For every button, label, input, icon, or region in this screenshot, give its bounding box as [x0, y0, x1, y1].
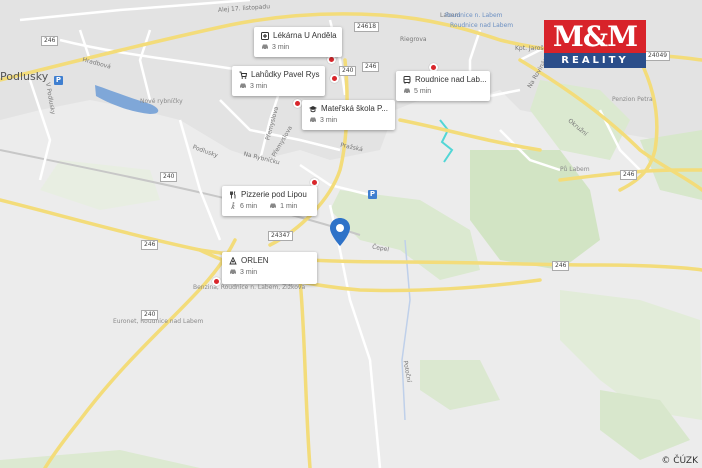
car-time: 1 min: [280, 202, 298, 210]
car-icon: [403, 87, 411, 95]
poi-name: Lahůdky Pavel Rys: [251, 70, 320, 79]
poi-name: Pizzerie pod Lipou: [241, 190, 307, 199]
poi-name: Lékárna U Anděla: [273, 31, 337, 40]
poi-label: Roudnice n. Labem: [445, 12, 503, 19]
poi-name: ORLEN: [241, 256, 269, 265]
poi-marker[interactable]: [330, 74, 339, 83]
road-number-shield: 246: [141, 240, 159, 250]
car-icon: [269, 202, 277, 210]
road-number-shield: 24347: [268, 231, 294, 241]
walk-icon: [229, 202, 237, 210]
poi-card-bus-stop[interactable]: Roudnice nad Lab... 5 min: [396, 71, 490, 101]
road-number-shield: 240: [160, 172, 178, 182]
road-number-shield: 246: [552, 261, 570, 271]
street-label: Riegrova: [400, 36, 427, 43]
logo-wordmark: REALITY: [544, 53, 646, 68]
restaurant-icon: [229, 190, 237, 199]
road-number-shield: 240: [141, 310, 159, 320]
town-label: Podlusky: [0, 70, 49, 83]
poi-label: Penzion Petra: [612, 96, 653, 103]
road-number-shield: 246: [41, 36, 59, 46]
poi-card-deli[interactable]: Lahůdky Pavel Rys 3 min: [232, 66, 325, 96]
cart-icon: [239, 71, 248, 79]
road-number-shield: 246: [362, 62, 380, 72]
school-icon: [309, 105, 317, 113]
poi-marker[interactable]: [293, 99, 302, 108]
car-time: 3 min: [250, 82, 268, 90]
brand-logo: M&M REALITY: [544, 20, 646, 68]
walk-time: 6 min: [240, 202, 258, 210]
parking-icon: P: [368, 190, 377, 199]
road-number-shield: 240: [339, 66, 357, 76]
street-label: Kpt. Jaroše: [515, 45, 548, 52]
logo-mark: M&M: [544, 20, 646, 53]
car-icon: [239, 82, 247, 90]
pharmacy-icon: [261, 31, 269, 40]
car-time: 3 min: [320, 116, 338, 124]
parking-icon: P: [54, 76, 63, 85]
poi-label: Pů Labem: [560, 166, 590, 173]
poi-card-restaurant[interactable]: Pizzerie pod Lipou 6 min 1 min: [222, 186, 317, 216]
poi-marker[interactable]: [212, 277, 221, 286]
poi-label: Roudnice nad Labem: [450, 22, 514, 29]
poi-card-kindergarten[interactable]: Mateřská škola P... 3 min: [302, 100, 395, 130]
car-icon: [309, 116, 317, 124]
poi-label: Nové rybníčky: [140, 98, 183, 105]
car-time: 3 min: [240, 268, 258, 276]
poi-card-fuel-station[interactable]: ORLEN 3 min: [222, 252, 317, 284]
poi-name: Mateřská škola P...: [321, 104, 388, 113]
road-number-shield: 24618: [354, 22, 380, 32]
car-icon: [229, 268, 237, 276]
map-view[interactable]: Podlusky Alej 17. listopadu V Podlusky H…: [0, 0, 702, 468]
bus-icon: [403, 75, 411, 84]
car-time: 5 min: [414, 87, 432, 95]
poi-card-pharmacy[interactable]: Lékárna U Anděla 3 min: [254, 27, 342, 57]
poi-name: Roudnice nad Lab...: [415, 75, 487, 84]
car-icon: [261, 43, 269, 51]
road-number-shield: 24049: [645, 51, 671, 61]
road-number-shield: 246: [620, 170, 638, 180]
car-time: 3 min: [272, 43, 290, 51]
property-location-pin[interactable]: [329, 217, 351, 247]
map-copyright: © ČÚZK: [661, 456, 698, 466]
poi-label: Benzina, Roudnice n. Labem, Žižkova: [193, 284, 306, 291]
fuel-station-icon: [229, 255, 237, 265]
